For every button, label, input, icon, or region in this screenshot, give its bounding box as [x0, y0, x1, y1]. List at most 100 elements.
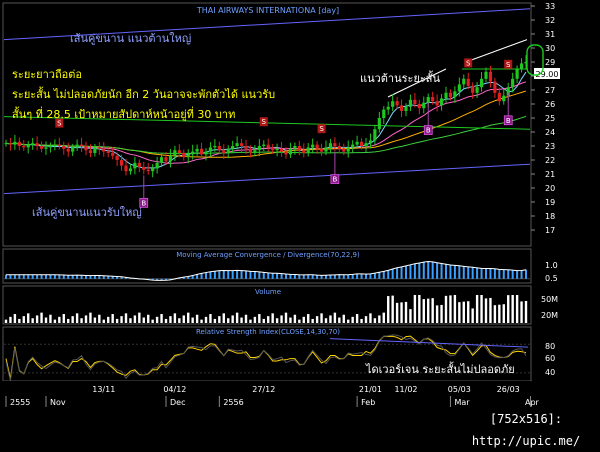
candle-body	[479, 78, 484, 88]
price-tick-label: 29	[545, 58, 555, 67]
volume-bar	[58, 316, 61, 323]
macd-histogram-bar	[382, 271, 385, 279]
candle-body	[97, 147, 101, 149]
volume-bar	[18, 318, 21, 323]
volume-bar	[453, 295, 457, 323]
candle-body	[119, 160, 124, 166]
price-tick-label: 24	[545, 128, 555, 137]
macd-histogram-bar	[316, 275, 319, 279]
volume-bar	[507, 295, 510, 323]
macd-histogram-bar	[62, 274, 65, 279]
candle-body	[275, 148, 279, 151]
candle-body	[35, 143, 39, 146]
candle-body	[115, 155, 119, 160]
candle-body	[288, 148, 293, 155]
macd-histogram-bar	[13, 274, 16, 279]
candle-body	[466, 78, 470, 86]
volume-bars	[4, 295, 528, 323]
candle-body	[208, 147, 213, 152]
volume-bar	[49, 314, 52, 323]
macd-tick-2: 0.5	[545, 274, 558, 283]
volume-bar	[191, 317, 194, 323]
macd-histogram-bar	[76, 275, 79, 279]
signal-markers: S SSS SBBBB	[55, 58, 513, 208]
candle-body	[88, 150, 93, 153]
image-footer: [752x516]: http://upic.me/	[452, 408, 600, 448]
macd-histogram-bar	[373, 273, 376, 279]
volume-bar	[489, 297, 492, 323]
macd-histogram-bar	[205, 272, 207, 279]
macd-histogram-bar	[58, 274, 61, 279]
volume-bar	[289, 317, 292, 323]
candle-body	[39, 146, 44, 149]
volume-bar	[467, 301, 470, 323]
candle-body	[13, 141, 17, 145]
volume-bar	[471, 308, 474, 323]
macd-histogram-bar	[253, 271, 256, 279]
macd-histogram-bar	[462, 266, 465, 279]
candle-body	[279, 148, 284, 152]
volume-bar	[178, 318, 181, 323]
macd-histogram-bar	[293, 274, 296, 279]
volume-bar	[13, 314, 17, 323]
volume-bar	[44, 317, 48, 323]
x-date-label: 11/02	[394, 385, 417, 394]
macd-histogram-bar	[356, 273, 359, 279]
rsi-panel-title: Relative Strength Index(CLOSE,14,30,70)	[196, 328, 340, 336]
macd-histogram-bar	[329, 275, 332, 279]
price-tick-label: 19	[545, 198, 555, 207]
candle-body	[133, 162, 137, 169]
volume-bar	[240, 317, 243, 323]
macd-histogram-bar	[418, 262, 421, 279]
candle-body	[377, 118, 381, 130]
volume-bar	[293, 314, 297, 323]
price-tick-label: 25	[545, 114, 555, 123]
macd-histogram-bar	[236, 270, 239, 279]
sell-signal-label: S	[319, 125, 324, 133]
candle-body	[142, 167, 146, 170]
candle-body	[284, 151, 288, 155]
macd-histogram-bar	[511, 270, 514, 279]
volume-bar	[27, 313, 30, 323]
candle-body	[164, 157, 168, 162]
x-date-label: 13/11	[92, 385, 115, 394]
candle-body	[395, 101, 399, 106]
volume-bar	[4, 319, 8, 323]
volume-bar	[302, 316, 305, 323]
candle-body	[191, 151, 195, 155]
macd-histogram-bar	[302, 274, 305, 279]
rsi-divergence-line	[329, 338, 529, 348]
candle-body	[93, 147, 97, 153]
volume-bar	[195, 314, 199, 323]
macd-histogram-bar	[427, 261, 430, 279]
volume-bar	[351, 316, 354, 323]
candle-body	[128, 168, 133, 172]
volume-bar	[124, 313, 128, 323]
volume-bar	[275, 318, 279, 323]
macd-histogram-bar	[320, 275, 323, 279]
volume-bar	[280, 315, 283, 323]
macd-histogram-bar	[467, 266, 470, 279]
volume-bar	[511, 295, 514, 323]
candle-body	[337, 146, 341, 149]
macd-histogram-bar	[249, 271, 252, 279]
candle-body	[515, 69, 519, 79]
volume-bar	[382, 312, 385, 323]
volume-bar	[444, 295, 448, 323]
volume-bar	[107, 316, 110, 323]
candle-body	[497, 92, 501, 102]
price-tick-label: 22	[545, 156, 555, 165]
price-tick-label: 30	[545, 44, 555, 53]
volume-bar	[84, 315, 88, 323]
macd-line	[6, 261, 527, 281]
candle-body	[484, 71, 488, 79]
volume-bar	[480, 295, 483, 323]
buy-signal-label: B	[506, 117, 511, 125]
candle-body	[511, 78, 515, 88]
volume-bar	[524, 300, 528, 323]
candle-body	[66, 148, 70, 152]
macd-histogram-bar	[231, 270, 234, 279]
volume-bar	[53, 319, 57, 323]
candle-body	[199, 148, 204, 155]
volume-bar	[89, 312, 92, 323]
